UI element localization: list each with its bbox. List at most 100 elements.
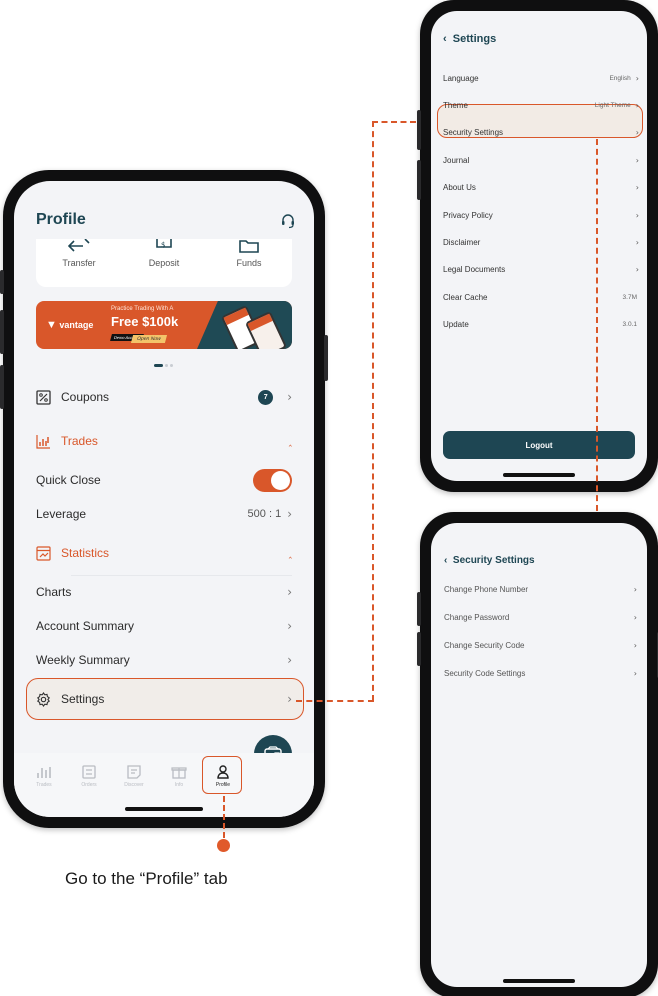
security-item-security-code-settings[interactable]: Security Code Settings › [444,663,637,685]
gear-icon [37,691,50,707]
quick-actions-card: Transfer $ Deposit Funds [36,239,292,287]
settings-item-label: Legal Documents [443,265,506,275]
logout-button[interactable]: Logout [443,431,635,459]
settings-item-clear-cache[interactable]: Clear Cache 3.7M [443,286,639,308]
settings-item-theme[interactable]: Theme Light Theme › [443,94,639,116]
settings-item-privacy-policy[interactable]: Privacy Policy › [443,204,639,226]
account-summary-row[interactable]: Account Summary › [36,611,292,641]
trades-section-header[interactable]: Trades ‸ [36,426,292,456]
leverage-value: 500 : 1 [247,508,282,520]
promo-banner[interactable]: ▼ vantage Practice Trading With A Free $… [36,301,292,349]
percent-icon [36,389,51,405]
security-settings-screen: ‹ Security Settings Change Phone Number ›… [431,523,647,987]
tab-label: Info [174,782,184,788]
side-button [417,592,421,626]
side-button [0,365,4,409]
tab-orders[interactable]: Orders [69,765,109,788]
charts-row[interactable]: Charts › [36,577,292,607]
coupons-count-badge: 7 [258,389,274,405]
side-button [0,310,4,354]
tab-label: Discover [124,782,144,788]
side-button [0,270,4,294]
settings-item-journal[interactable]: Journal › [443,149,639,171]
settings-row[interactable]: Settings › [36,684,292,714]
chevron-right-icon: › [635,73,639,83]
quick-close-toggle[interactable] [253,468,292,492]
profile-screen: Profile Transfer $ Deposit Funds ▼ vanta… [14,181,314,817]
settings-item-value: Light Theme [594,101,631,109]
headset-icon[interactable] [280,213,296,229]
trades-section-label: Trades [61,434,98,448]
tab-label: Orders [81,782,97,788]
settings-item-label: Theme [443,100,468,110]
chevron-right-icon: › [287,507,292,521]
security-settings-phone: ‹ Security Settings Change Phone Number ›… [417,512,658,996]
leverage-row[interactable]: Leverage 500 : 1 › [36,499,292,529]
weekly-summary-row[interactable]: Weekly Summary › [36,645,292,675]
transfer-button[interactable]: Transfer [39,239,119,268]
settings-item-value: 3.0.1 [622,321,637,329]
chevron-right-icon: › [287,619,292,633]
settings-item-legal-documents[interactable]: Legal Documents › [443,259,639,281]
settings-item-security-settings[interactable]: Security Settings › [443,122,639,144]
funds-button[interactable]: Funds [209,239,289,268]
carousel-pagination[interactable] [154,364,173,367]
settings-phone: ‹ Settings Language English › Theme Light Th… [417,0,658,492]
banner-subtitle: Practice Trading With A [111,306,174,312]
settings-item-language[interactable]: Language English › [443,67,639,89]
banner-cta[interactable]: Open Now [130,335,167,343]
connector-line [596,139,598,511]
settings-header: ‹ Settings [443,33,496,45]
transfer-icon [68,239,90,252]
chevron-right-icon: › [635,128,639,138]
charts-label: Charts [36,585,72,599]
profile-phone: Profile Transfer $ Deposit Funds ▼ vanta… [0,170,328,828]
instruction-caption: Go to the “Profile” tab [65,869,228,888]
settings-item-disclaimer[interactable]: Disclaimer › [443,231,639,253]
side-button [324,335,328,381]
chevron-right-icon: › [633,612,637,622]
deposit-icon: $ [156,239,172,249]
banner-headline: Free $100k [111,314,179,329]
chevron-right-icon: › [635,155,639,165]
chevron-right-icon: › [287,585,292,599]
side-button [417,632,421,666]
page-title: Settings [452,33,497,45]
vantage-logo: ▼ vantage [46,319,94,331]
statistics-section-header[interactable]: Statistics ‸ [36,538,292,568]
tab-profile[interactable]: Profile [203,765,243,788]
back-icon[interactable]: ‹ [444,555,447,566]
tab-trades[interactable]: Trades [24,765,64,788]
quick-close-row: Quick Close [36,465,292,495]
coupons-row[interactable]: Coupons 7 › [36,382,292,412]
settings-item-label: Privacy Policy [443,210,493,220]
weekly-summary-label: Weekly Summary [36,653,130,667]
home-indicator [503,473,575,477]
connector-line [372,121,374,701]
account-summary-label: Account Summary [36,619,135,633]
security-item-change-phone-number[interactable]: Change Phone Number › [444,578,637,600]
settings-item-about-us[interactable]: About Us › [443,177,639,199]
security-item-change-password[interactable]: Change Password › [444,606,637,628]
funds-label: Funds [236,258,262,268]
security-item-label: Security Code Settings [444,669,526,679]
home-indicator [125,807,203,811]
tab-info[interactable]: Info [159,765,199,788]
settings-item-value: English [609,74,631,82]
security-settings-header: ‹ Security Settings [444,555,535,566]
chevron-right-icon: › [635,265,639,275]
chevron-right-icon: › [287,692,292,706]
settings-item-update[interactable]: Update 3.0.1 [443,314,639,336]
back-icon[interactable]: ‹ [443,33,447,45]
tab-discover[interactable]: Discover [114,765,154,788]
chevron-right-icon: › [635,237,639,247]
chevron-right-icon: › [635,183,639,193]
security-item-change-security-code[interactable]: Change Security Code › [444,634,637,656]
settings-item-label: Disclaimer [443,237,481,247]
callout-dot [217,839,230,852]
deposit-button[interactable]: $ Deposit [124,239,204,268]
bar-chart-icon [37,767,51,778]
settings-item-label: Language [443,73,479,83]
settings-item-label: Clear Cache [443,292,488,302]
connector-line [296,700,374,702]
